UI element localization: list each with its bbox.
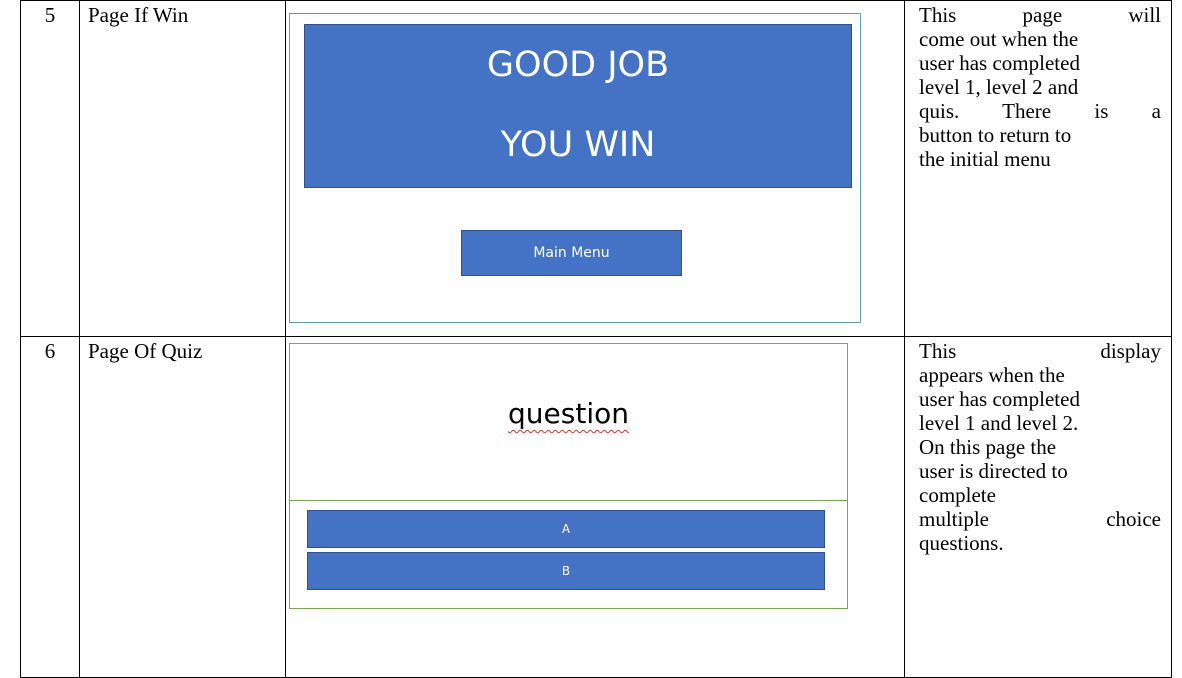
page-name: Page Of Quiz bbox=[88, 339, 203, 363]
win-banner-line1: GOOD JOB bbox=[486, 45, 670, 85]
description-line: This page will bbox=[919, 3, 1161, 27]
mockup-cell: GOOD JOB YOU WIN Main Menu bbox=[285, 0, 905, 337]
description-cell: This page will come out when the user ha… bbox=[904, 0, 1172, 337]
description-line: user has completed bbox=[919, 51, 1080, 75]
description-line: level 1, level 2 and bbox=[919, 75, 1079, 99]
description-line: This display bbox=[919, 339, 1161, 363]
description-line: On this page the bbox=[919, 435, 1057, 459]
row-number-cell: 5 bbox=[20, 0, 80, 337]
description-line: user has completed bbox=[919, 387, 1080, 411]
description-line: quis. There is a bbox=[919, 99, 1161, 123]
description-line: button to return to bbox=[919, 123, 1072, 147]
description-line: questions. bbox=[919, 531, 1004, 555]
quiz-page-mockup: question A B bbox=[289, 343, 848, 609]
mockup-cell: question A B bbox=[285, 336, 905, 678]
row-number: 6 bbox=[44, 339, 56, 363]
page-name-cell: Page If Win bbox=[79, 0, 286, 337]
description: This page will come out when the user ha… bbox=[905, 1, 1171, 171]
row-number-cell: 6 bbox=[20, 336, 80, 678]
table-row: 6 Page Of Quiz question A B This display… bbox=[20, 336, 1172, 678]
description-line: come out when the bbox=[919, 27, 1079, 51]
win-page-mockup: GOOD JOB YOU WIN Main Menu bbox=[289, 13, 861, 323]
description: This display appears when the user has c… bbox=[905, 337, 1171, 555]
description-line: user is directed to bbox=[919, 459, 1068, 483]
description-line: level 1 and level 2. bbox=[919, 411, 1079, 435]
main-menu-button[interactable]: Main Menu bbox=[461, 230, 682, 276]
win-banner: GOOD JOB YOU WIN bbox=[304, 24, 852, 188]
page-name: Page If Win bbox=[88, 3, 189, 27]
win-banner-line2: YOU WIN bbox=[500, 125, 656, 165]
quiz-question-text: question bbox=[290, 400, 847, 428]
quiz-divider bbox=[290, 500, 847, 501]
quiz-question-label: question bbox=[508, 397, 629, 430]
row-number: 5 bbox=[44, 3, 56, 27]
description-line: complete bbox=[919, 483, 996, 507]
page-name-cell: Page Of Quiz bbox=[79, 336, 286, 678]
description-line: appears when the bbox=[919, 363, 1065, 387]
description-cell: This display appears when the user has c… bbox=[904, 336, 1172, 678]
option-a-button[interactable]: A bbox=[307, 510, 825, 548]
table-row: 5 Page If Win GOOD JOB YOU WIN Main Menu… bbox=[20, 0, 1172, 337]
description-line: multiple choice bbox=[919, 507, 1161, 531]
option-b-button[interactable]: B bbox=[307, 552, 825, 590]
design-table: 5 Page If Win GOOD JOB YOU WIN Main Menu… bbox=[20, 0, 1172, 678]
description-line: the initial menu bbox=[919, 147, 1051, 171]
